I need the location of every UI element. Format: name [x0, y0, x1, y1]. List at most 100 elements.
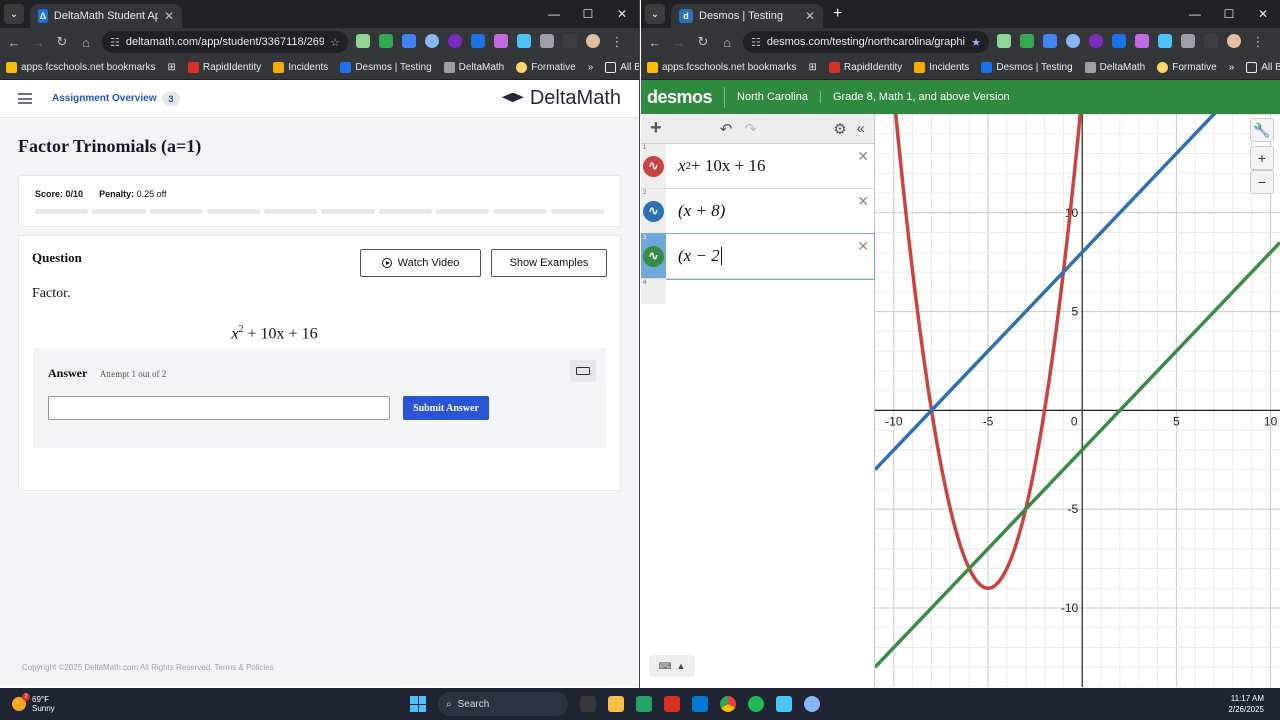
- graph-settings-wrench-icon[interactable]: 🔧: [1250, 118, 1274, 142]
- maximize-icon[interactable]: ☐: [1212, 0, 1246, 28]
- extension-icon[interactable]: [379, 34, 393, 48]
- bookmark-item[interactable]: apps.fcschools.net bookmarks: [647, 62, 797, 73]
- all-bookmarks-folder[interactable]: All Bookmarks: [605, 62, 639, 73]
- undo-icon[interactable]: ↶: [720, 120, 733, 138]
- app-icon[interactable]: [804, 696, 820, 712]
- bookmark-item[interactable]: Desmos | Testing: [340, 62, 432, 73]
- extension-icon[interactable]: [425, 34, 439, 48]
- more-bookmarks-icon[interactable]: »: [588, 62, 594, 73]
- expression-row[interactable]: 3 ∿ (x − 2 ✕: [641, 233, 875, 280]
- extension-icon[interactable]: [1112, 34, 1126, 48]
- browser-tab[interactable]: d Desmos | Testing ✕: [671, 4, 823, 28]
- close-window-icon[interactable]: ✕: [605, 0, 639, 28]
- tab-search-button[interactable]: ⌄: [4, 4, 24, 24]
- extension-icon[interactable]: [1158, 34, 1172, 48]
- expression-math[interactable]: x2 + 10x + 16: [666, 144, 765, 188]
- forward-icon[interactable]: →: [671, 35, 687, 50]
- all-bookmarks-folder[interactable]: All Bookmarks: [1246, 62, 1280, 73]
- bookmark-star-icon[interactable]: ☆: [330, 36, 340, 49]
- minimize-icon[interactable]: —: [537, 0, 571, 28]
- home-icon[interactable]: ⌂: [78, 35, 94, 50]
- extensions-puzzle-icon[interactable]: [1181, 34, 1195, 48]
- new-tab-icon[interactable]: +: [833, 5, 842, 23]
- menu-kebab-icon[interactable]: ⋮: [609, 34, 625, 50]
- bookmark-item[interactable]: Formative: [1157, 62, 1217, 73]
- more-bookmarks-icon[interactable]: »: [1229, 62, 1235, 73]
- apps-grid-icon[interactable]: ⊞: [168, 62, 176, 73]
- bookmark-item[interactable]: RapidIdentity: [828, 62, 902, 73]
- answer-input[interactable]: [48, 396, 390, 420]
- reload-icon[interactable]: ↻: [695, 34, 711, 50]
- extension-icon[interactable]: [402, 34, 416, 48]
- task-view-icon[interactable]: [580, 696, 596, 712]
- back-icon[interactable]: ←: [647, 35, 663, 50]
- delete-expression-icon[interactable]: ✕: [857, 238, 869, 255]
- profile-avatar[interactable]: [1227, 34, 1241, 48]
- system-clock[interactable]: 11:17 AM 2/26/2025: [1228, 693, 1264, 715]
- add-item-icon[interactable]: +: [650, 117, 662, 140]
- graph-color-toggle-icon[interactable]: ∿: [643, 200, 664, 222]
- bookmark-item[interactable]: RapidIdentity: [187, 62, 261, 73]
- windows-start-icon[interactable]: [410, 696, 426, 712]
- forward-icon[interactable]: →: [30, 35, 46, 50]
- zoom-out-icon[interactable]: −: [1250, 170, 1274, 194]
- extension-icon[interactable]: [1089, 34, 1103, 48]
- delete-expression-icon[interactable]: ✕: [857, 193, 869, 210]
- extension-icon[interactable]: [1020, 34, 1034, 48]
- collapse-list-icon[interactable]: «: [857, 120, 865, 137]
- math-keyboard-icon[interactable]: [570, 360, 596, 382]
- delete-expression-icon[interactable]: ✕: [857, 148, 869, 165]
- chrome-icon[interactable]: [720, 696, 736, 712]
- expression-row[interactable]: 2 ∿ (x + 8) ✕: [641, 189, 874, 234]
- extension-icon[interactable]: [517, 34, 531, 48]
- watch-video-button[interactable]: Watch Video: [360, 249, 481, 277]
- graph-color-toggle-icon[interactable]: ∿: [643, 245, 664, 267]
- tab-search-button[interactable]: ⌄: [645, 4, 665, 24]
- menu-kebab-icon[interactable]: ⋮: [1250, 34, 1266, 50]
- site-info-icon[interactable]: ☷: [751, 36, 761, 49]
- expression-math[interactable]: (x + 8): [666, 189, 725, 233]
- submit-answer-button[interactable]: Submit Answer: [403, 396, 489, 420]
- extension-icon[interactable]: [1135, 34, 1149, 48]
- settings-gear-icon[interactable]: ⚙: [833, 120, 846, 138]
- maximize-icon[interactable]: ☐: [571, 0, 605, 28]
- reload-icon[interactable]: ↻: [54, 34, 70, 50]
- bookmark-item[interactable]: Formative: [516, 62, 576, 73]
- bookmark-item[interactable]: Incidents: [273, 62, 328, 73]
- expression-row-empty[interactable]: 4: [641, 279, 874, 304]
- zoom-in-icon[interactable]: +: [1250, 146, 1274, 170]
- taskbar-search[interactable]: ⌕ Search: [438, 692, 568, 716]
- weather-widget[interactable]: 69°FSunny: [12, 693, 55, 713]
- spotify-icon[interactable]: [748, 696, 764, 712]
- graph-paper[interactable]: -10 -5 0 5 10 10 5 -5 -10 🔧 + −: [875, 114, 1280, 687]
- side-panel-icon[interactable]: [1204, 34, 1218, 48]
- graph-svg[interactable]: -10 -5 0 5 10105-5-10: [875, 114, 1280, 687]
- apps-grid-icon[interactable]: ⊞: [809, 62, 817, 73]
- bookmark-item[interactable]: DeltaMath: [1084, 62, 1145, 73]
- bookmark-item[interactable]: Desmos | Testing: [981, 62, 1073, 73]
- expression-math[interactable]: (x − 2: [666, 234, 722, 278]
- browser-tab[interactable]: Δ DeltaMath Student Application ✕: [30, 4, 182, 28]
- profile-avatar[interactable]: [586, 34, 600, 48]
- bookmark-item[interactable]: apps.fcschools.net bookmarks: [6, 62, 156, 73]
- acrobat-icon[interactable]: [664, 696, 680, 712]
- bookmark-star-icon[interactable]: ★: [971, 36, 981, 49]
- expression-row[interactable]: 1 ∿ x 2 + 10x + 16 ✕: [641, 144, 874, 189]
- minimize-icon[interactable]: —: [1178, 0, 1212, 28]
- graph-color-toggle-icon[interactable]: ∿: [643, 155, 664, 177]
- extension-icon[interactable]: [448, 34, 462, 48]
- address-bar[interactable]: ☷ deltamath.com/app/student/3367118/2695…: [102, 31, 348, 53]
- file-explorer-icon[interactable]: [608, 696, 624, 712]
- extension-icon[interactable]: [494, 34, 508, 48]
- assignment-overview-link[interactable]: Assignment Overview: [52, 93, 156, 104]
- app-icon[interactable]: [776, 696, 792, 712]
- site-info-icon[interactable]: ☷: [110, 36, 120, 49]
- security-icon[interactable]: [692, 696, 708, 712]
- extension-icon[interactable]: [471, 34, 485, 48]
- redo-icon[interactable]: ↷: [744, 120, 757, 138]
- extension-icon[interactable]: [1066, 34, 1080, 48]
- back-icon[interactable]: ←: [6, 35, 22, 50]
- close-window-icon[interactable]: ✕: [1246, 0, 1280, 28]
- extensions-puzzle-icon[interactable]: [540, 34, 554, 48]
- keyboard-toggle-button[interactable]: ⌨ ▲: [649, 655, 695, 677]
